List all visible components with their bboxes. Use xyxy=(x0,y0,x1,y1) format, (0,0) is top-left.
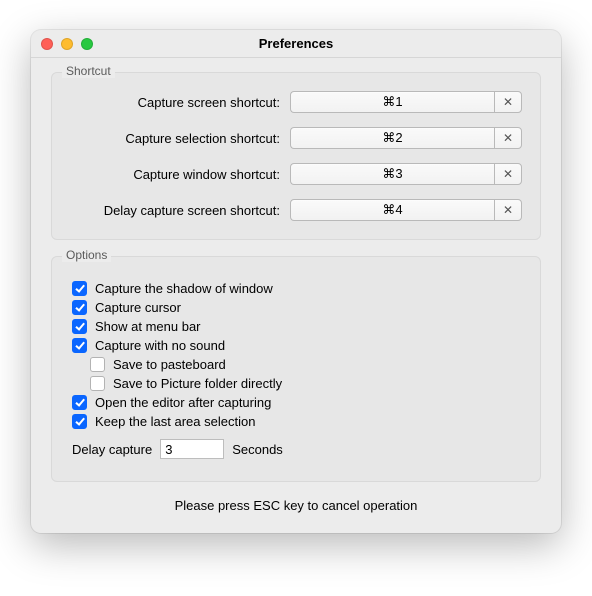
option-row: Keep the last area selection xyxy=(72,412,520,431)
delay-capture-label: Delay capture xyxy=(72,442,152,457)
clear-shortcut-button[interactable]: ✕ xyxy=(494,127,522,149)
zoom-icon[interactable] xyxy=(81,38,93,50)
window-title: Preferences xyxy=(31,36,561,51)
shortcut-field: ⌘1 ✕ xyxy=(290,91,522,113)
shortcut-label: Capture window shortcut: xyxy=(70,167,290,182)
option-label: Save to Picture folder directly xyxy=(113,376,282,391)
footer-note: Please press ESC key to cancel operation xyxy=(51,498,541,513)
option-label: Capture the shadow of window xyxy=(95,281,273,296)
option-row: Capture with no sound xyxy=(72,336,520,355)
option-label: Capture cursor xyxy=(95,300,181,315)
shortcut-label: Capture selection shortcut: xyxy=(70,131,290,146)
option-row: Capture cursor xyxy=(72,298,520,317)
shortcut-field: ⌘2 ✕ xyxy=(290,127,522,149)
checkbox[interactable] xyxy=(72,414,87,429)
shortcut-input[interactable]: ⌘3 xyxy=(290,163,494,185)
delay-capture-row: Delay capture Seconds xyxy=(72,439,520,459)
shortcut-field: ⌘4 ✕ xyxy=(290,199,522,221)
option-label: Save to pasteboard xyxy=(113,357,226,372)
option-row: Save to pasteboard xyxy=(90,355,520,374)
option-row: Open the editor after capturing xyxy=(72,393,520,412)
shortcut-group: Shortcut Capture screen shortcut:⌘1✕Capt… xyxy=(51,72,541,240)
delay-capture-input[interactable] xyxy=(160,439,224,459)
preferences-window: Preferences Shortcut Capture screen shor… xyxy=(31,30,561,533)
shortcut-row: Capture screen shortcut:⌘1 ✕ xyxy=(70,91,522,113)
titlebar[interactable]: Preferences xyxy=(31,30,561,58)
close-icon: ✕ xyxy=(503,131,513,145)
checkbox[interactable] xyxy=(72,319,87,334)
option-row: Show at menu bar xyxy=(72,317,520,336)
clear-shortcut-button[interactable]: ✕ xyxy=(494,91,522,113)
checkbox[interactable] xyxy=(72,281,87,296)
shortcut-label: Capture screen shortcut: xyxy=(70,95,290,110)
shortcut-label: Delay capture screen shortcut: xyxy=(70,203,290,218)
option-label: Capture with no sound xyxy=(95,338,225,353)
shortcut-row: Delay capture screen shortcut:⌘4 ✕ xyxy=(70,199,522,221)
checkbox[interactable] xyxy=(72,338,87,353)
close-icon: ✕ xyxy=(503,167,513,181)
checkbox[interactable] xyxy=(90,376,105,391)
option-label: Open the editor after capturing xyxy=(95,395,271,410)
shortcut-field: ⌘3 ✕ xyxy=(290,163,522,185)
close-icon: ✕ xyxy=(503,95,513,109)
options-group: Options Capture the shadow of windowCapt… xyxy=(51,256,541,482)
shortcut-row: Capture selection shortcut:⌘2 ✕ xyxy=(70,127,522,149)
option-row: Save to Picture folder directly xyxy=(90,374,520,393)
shortcut-group-label: Shortcut xyxy=(62,64,115,78)
close-icon[interactable] xyxy=(41,38,53,50)
content: Shortcut Capture screen shortcut:⌘1✕Capt… xyxy=(31,58,561,533)
minimize-icon[interactable] xyxy=(61,38,73,50)
close-icon: ✕ xyxy=(503,203,513,217)
option-label: Keep the last area selection xyxy=(95,414,255,429)
option-row: Capture the shadow of window xyxy=(72,279,520,298)
clear-shortcut-button[interactable]: ✕ xyxy=(494,199,522,221)
clear-shortcut-button[interactable]: ✕ xyxy=(494,163,522,185)
shortcut-row: Capture window shortcut:⌘3 ✕ xyxy=(70,163,522,185)
traffic-lights xyxy=(41,38,93,50)
shortcut-input[interactable]: ⌘2 xyxy=(290,127,494,149)
shortcut-input[interactable]: ⌘4 xyxy=(290,199,494,221)
checkbox[interactable] xyxy=(90,357,105,372)
checkbox[interactable] xyxy=(72,300,87,315)
checkbox[interactable] xyxy=(72,395,87,410)
options-group-label: Options xyxy=(62,248,111,262)
option-label: Show at menu bar xyxy=(95,319,201,334)
delay-capture-unit: Seconds xyxy=(232,442,283,457)
shortcut-input[interactable]: ⌘1 xyxy=(290,91,494,113)
